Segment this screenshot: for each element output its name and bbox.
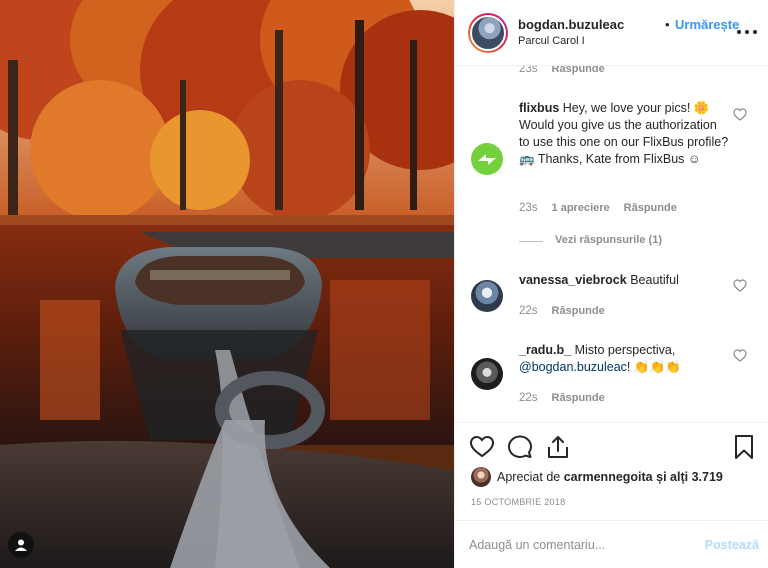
comment-icon[interactable] [507,434,533,460]
comment-time: 23s [519,202,538,214]
comment-meta: 22s Răspunde [519,305,605,317]
post-comment-button[interactable]: Postează [705,538,759,552]
heart-icon[interactable] [469,434,495,460]
likes-summary[interactable]: Apreciat de carmennegoita și alți 3.719 [471,467,723,487]
user-tag-icon[interactable] [8,532,34,558]
comment-heart-icon[interactable] [733,349,747,362]
liker-username[interactable]: carmennegoita [564,470,653,484]
author-username[interactable]: bogdan.buzuleac [518,17,624,32]
likes-suffix: și alți [656,470,689,484]
reply-button[interactable]: Răspunde [624,202,677,214]
post-header: bogdan.buzuleac • Urmărește Parcul Carol… [455,0,768,66]
avatar [471,467,491,487]
comment-text: Would you give us the authorization to u… [519,118,729,149]
reply-button[interactable]: Răspunde [552,305,605,317]
follow-button[interactable]: Urmărește [675,17,739,32]
separator-dot: • [665,17,670,32]
bus-emoji: 🚌 [519,152,535,166]
reply-button[interactable]: Răspunde [552,392,605,404]
flixbus-logo-icon [478,154,496,165]
smile-emoji: ☺ [687,152,701,166]
comment-meta: 23s Răspunde [519,66,605,75]
comment-text: Hey, we love your pics! [562,101,694,115]
likes-count[interactable]: 3.719 [692,470,723,484]
comment-text: Misto perspectiva, [574,343,676,357]
avatar[interactable] [471,358,503,390]
mention-link[interactable]: @bogdan.buzuleac [519,360,627,374]
post-date: 15 OCTOMBRIE 2018 [471,497,566,507]
comment-body: flixbus Hey, we love your pics! 🌼 Would … [519,100,729,168]
more-horizontal-icon[interactable] [737,22,759,42]
comment-input[interactable] [469,534,689,556]
post-photo[interactable] [0,0,454,568]
bookmark-icon[interactable] [731,434,757,460]
comment-likes[interactable]: 1 apreciere [552,202,610,214]
comment-username[interactable]: _radu.b_ [519,343,571,357]
autumn-lake-boat-image [0,0,454,568]
comment-body: vanessa_viebrock Beautiful [519,272,729,289]
comment-username[interactable]: vanessa_viebrock [519,273,627,287]
comment-body: _radu.b_ Misto perspectiva, @bogdan.buzu… [519,342,729,376]
comment-text: ! [626,360,631,374]
comments-list[interactable]: 23s Răspunde flixbus Hey, we love your p… [455,66,768,422]
post-sidebar: bogdan.buzuleac • Urmărește Parcul Carol… [454,0,768,568]
comment-time: 23s [519,66,538,75]
reply-button[interactable]: Răspunde [552,66,605,75]
comment-text: Beautiful [630,273,679,287]
replies-divider [519,241,543,242]
comment-meta: 22s Răspunde [519,392,605,404]
view-replies-button[interactable]: Vezi răspunsurile (1) [555,234,662,246]
avatar[interactable] [468,13,508,53]
likes-prefix: Apreciat de [497,470,561,484]
avatar[interactable] [471,280,503,312]
comment-text: Thanks, Kate from FlixBus [534,152,688,166]
comment-time: 22s [519,305,538,317]
comment-time: 22s [519,392,538,404]
clap-emoji: 👏👏👏 [633,360,681,374]
add-comment-bar: Postează [455,520,768,568]
location-link[interactable]: Parcul Carol I [518,35,585,47]
comment-heart-icon[interactable] [733,108,747,121]
post-actions: Apreciat de carmennegoita și alți 3.719 … [455,422,768,520]
share-icon[interactable] [545,434,571,460]
comment-heart-icon[interactable] [733,279,747,292]
comment-meta: 23s 1 apreciere Răspunde [519,202,677,214]
avatar[interactable] [471,143,503,175]
comment-username[interactable]: flixbus [519,101,559,115]
flower-emoji: 🌼 [693,101,710,115]
